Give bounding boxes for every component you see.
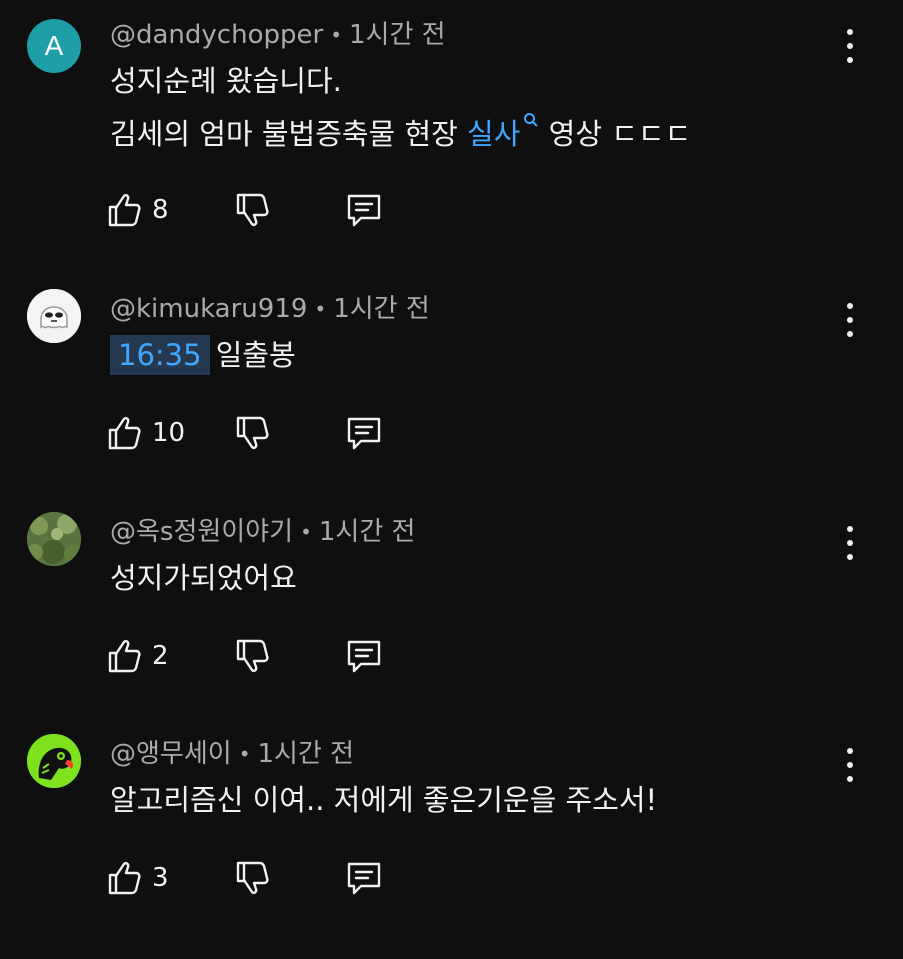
comment-actions: 8: [104, 188, 504, 232]
like-count: 8: [152, 195, 169, 225]
comment-actions: 2: [104, 634, 504, 678]
more-vert-icon-dot: [847, 748, 853, 754]
like-button[interactable]: 8: [104, 188, 169, 232]
comment-line: 16:35 일출봉: [110, 329, 296, 382]
more-vert-icon-dot: [847, 43, 853, 49]
more-options-button[interactable]: [838, 526, 862, 560]
comment-line: 성지순례 왔습니다.: [110, 64, 342, 98]
thumbs-up-icon: [108, 417, 141, 450]
like-count: 3: [152, 863, 169, 893]
reply-icon: [347, 194, 381, 227]
comment-author[interactable]: @kimukaru919: [110, 294, 307, 324]
avatar[interactable]: A: [27, 19, 81, 73]
reply-button[interactable]: [344, 634, 384, 678]
comment-time[interactable]: 1시간 전: [319, 517, 416, 547]
more-vert-icon-dot: [847, 526, 853, 532]
avatar-letter: A: [44, 30, 64, 61]
comment-time[interactable]: 1시간 전: [333, 294, 430, 324]
more-vert-icon-dot: [847, 554, 853, 560]
separator-dot: •: [314, 297, 327, 321]
separator-dot: •: [238, 742, 251, 766]
thumbs-down-icon: [236, 861, 269, 894]
comment-item: A @dandychopper • 1시간 전 성지순례 왔습니다. 김세의 엄마 …: [0, 17, 903, 240]
comment-line: 알고리즘신 이여.. 저에게 좋은기운을 주소서!: [110, 783, 658, 817]
like-button[interactable]: 3: [104, 856, 169, 900]
more-vert-icon-dot: [847, 540, 853, 546]
comment-line: 김세의 엄마 불법증축물 현장 실사 영상 ㄷㄷㄷ: [110, 108, 691, 161]
thumbs-up-icon: [108, 862, 141, 895]
more-options-button[interactable]: [838, 29, 862, 63]
thumbs-up-icon: [108, 640, 141, 673]
reply-icon: [347, 640, 381, 673]
like-button[interactable]: 10: [104, 411, 185, 455]
thumbs-up-icon: [108, 194, 141, 227]
thumbs-down-icon: [236, 416, 269, 449]
comment-time[interactable]: 1시간 전: [257, 739, 354, 769]
comment-author[interactable]: @dandychopper: [110, 20, 323, 50]
dislike-button[interactable]: [232, 411, 272, 455]
more-vert-icon-dot: [847, 57, 853, 63]
comment-meta: @dandychopper • 1시간 전: [110, 17, 446, 53]
ghost-avatar-icon: [27, 289, 81, 343]
more-vert-icon-dot: [847, 331, 853, 337]
more-vert-icon-dot: [847, 317, 853, 323]
reply-button[interactable]: [344, 411, 384, 455]
timestamp-link[interactable]: 16:35: [110, 335, 210, 375]
reply-button[interactable]: [344, 856, 384, 900]
more-vert-icon-dot: [847, 29, 853, 35]
comment-text: 성지순례 왔습니다. 김세의 엄마 불법증축물 현장 실사 영상 ㄷㄷㄷ: [110, 55, 691, 161]
comment-item: @옥s정원이야기 • 1시간 전 성지가되었어요 2: [0, 512, 903, 737]
comment-text: 알고리즘신 이여.. 저에게 좋은기운을 주소서!: [110, 774, 657, 827]
like-count: 10: [152, 418, 186, 448]
thumbs-down-icon: [236, 639, 269, 672]
comment-meta: @옥s정원이야기 • 1시간 전: [110, 514, 415, 550]
avatar[interactable]: [27, 289, 81, 343]
comment-item: @앵무세이 • 1시간 전 알고리즘신 이여.. 저에게 좋은기운을 주소서! 3: [0, 734, 903, 959]
garden-avatar-icon: [27, 512, 81, 566]
avatar[interactable]: [27, 734, 81, 788]
comment-text: 성지가되었어요: [110, 552, 297, 605]
comment-line: 성지가되었어요: [110, 561, 297, 595]
comment-author[interactable]: @옥s정원이야기: [110, 517, 293, 547]
comment-item: @kimukaru919 • 1시간 전 16:35 일출봉 10: [0, 289, 903, 514]
more-options-button[interactable]: [838, 303, 862, 337]
comment-text: 16:35 일출봉: [110, 329, 296, 382]
comment-text-part: 일출봉: [215, 338, 296, 372]
comment-author[interactable]: @앵무세이: [110, 739, 232, 769]
separator-dot: •: [300, 520, 312, 544]
thumbs-down-icon: [236, 193, 269, 226]
more-vert-icon-dot: [847, 776, 853, 782]
avatar[interactable]: [27, 512, 81, 566]
comment-time[interactable]: 1시간 전: [349, 20, 446, 50]
search-link[interactable]: 실사: [467, 113, 539, 151]
comment-text-part: 김세의 엄마 불법증축물 현장: [110, 117, 468, 151]
comment-meta: @kimukaru919 • 1시간 전: [110, 291, 430, 327]
search-icon: [524, 113, 539, 127]
reply-icon: [347, 417, 381, 450]
comment-meta: @앵무세이 • 1시간 전: [110, 736, 354, 772]
separator-dot: •: [330, 23, 342, 47]
reply-icon: [347, 862, 381, 895]
search-link-label: 실사: [467, 117, 521, 151]
more-vert-icon-dot: [847, 762, 853, 768]
dislike-button[interactable]: [232, 188, 272, 232]
like-button[interactable]: 2: [104, 634, 169, 678]
reply-button[interactable]: [344, 188, 384, 232]
comment-actions: 3: [104, 856, 504, 900]
comment-actions: 10: [104, 411, 504, 455]
comment-text-part: 영상 ㄷㄷㄷ: [539, 117, 692, 151]
parrot-avatar-icon: [27, 734, 81, 788]
more-options-button[interactable]: [838, 748, 862, 782]
more-vert-icon-dot: [847, 303, 853, 309]
dislike-button[interactable]: [232, 856, 272, 900]
like-count: 2: [152, 641, 169, 671]
dislike-button[interactable]: [232, 634, 272, 678]
